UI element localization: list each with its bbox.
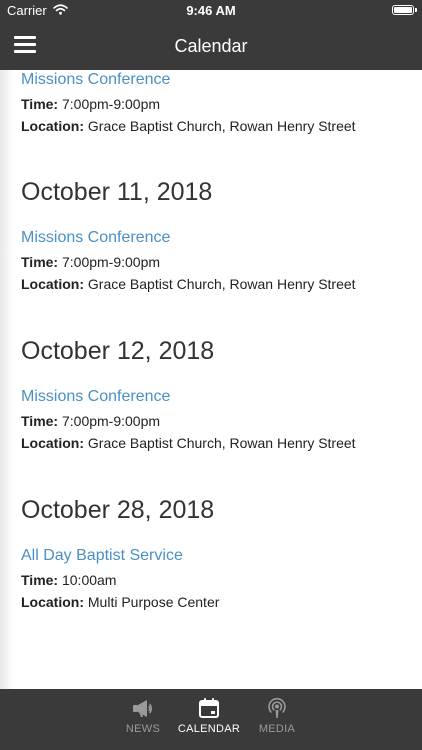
podcast-icon [268, 697, 286, 718]
time-label: Time: [21, 254, 59, 270]
tab-calendar[interactable]: CALENDAR [171, 697, 247, 735]
location-value: Grace Baptist Church, Rowan Henry Street [87, 435, 356, 451]
time-label: Time: [21, 96, 59, 112]
event-location: Location: Grace Baptist Church, Rowan He… [21, 118, 356, 134]
battery-icon [392, 5, 417, 15]
time-value: 7:00pm-9:00pm [61, 254, 161, 270]
status-bar: Carrier 9:46 AM [0, 0, 422, 22]
calendar-list[interactable]: Missions Conference Time: 7:00pm-9:00pm … [0, 70, 422, 689]
event-time: Time: 7:00pm-9:00pm [21, 254, 160, 270]
event-location: Location: Grace Baptist Church, Rowan He… [21, 276, 356, 292]
time-value: 7:00pm-9:00pm [61, 96, 161, 112]
location-value: Grace Baptist Church, Rowan Henry Street [87, 118, 356, 134]
status-time: 9:46 AM [186, 3, 236, 18]
day-heading: October 11, 2018 [21, 178, 213, 206]
event-time: Time: 10:00am [21, 572, 116, 588]
tab-news[interactable]: NEWS [105, 697, 181, 735]
time-value: 7:00pm-9:00pm [61, 413, 161, 429]
tab-media[interactable]: MEDIA [239, 697, 315, 735]
event-time: Time: 7:00pm-9:00pm [21, 413, 160, 429]
tab-label: NEWS [125, 723, 161, 735]
tab-label: MEDIA [258, 723, 296, 735]
page-title: Calendar [174, 36, 248, 56]
day-heading: October 12, 2018 [21, 337, 215, 365]
battery-level [394, 7, 412, 13]
event-title-link[interactable]: All Day Baptist Service [21, 547, 183, 565]
event-title-link[interactable]: Missions Conference [21, 71, 170, 89]
event-location: Location: Grace Baptist Church, Rowan He… [21, 435, 356, 451]
tab-bar: NEWS CALENDAR MEDIA [0, 689, 422, 750]
tab-label: CALENDAR [177, 723, 241, 735]
location-label: Location: [21, 118, 84, 134]
location-label: Location: [21, 435, 84, 451]
event-title-link[interactable]: Missions Conference [21, 229, 170, 247]
location-label: Location: [21, 276, 84, 292]
location-label: Location: [21, 594, 84, 610]
day-heading: October 28, 2018 [21, 496, 215, 524]
megaphone-icon [133, 700, 153, 717]
calendar-icon [199, 698, 219, 718]
time-label: Time: [21, 413, 59, 429]
nav-bar: Calendar [0, 22, 422, 70]
location-value: Grace Baptist Church, Rowan Henry Street [87, 276, 356, 292]
time-value: 10:00am [61, 572, 117, 588]
location-value: Multi Purpose Center [87, 594, 220, 610]
time-label: Time: [21, 572, 59, 588]
event-title-link[interactable]: Missions Conference [21, 388, 170, 406]
event-time: Time: 7:00pm-9:00pm [21, 96, 160, 112]
event-location: Location: Multi Purpose Center [21, 594, 219, 610]
